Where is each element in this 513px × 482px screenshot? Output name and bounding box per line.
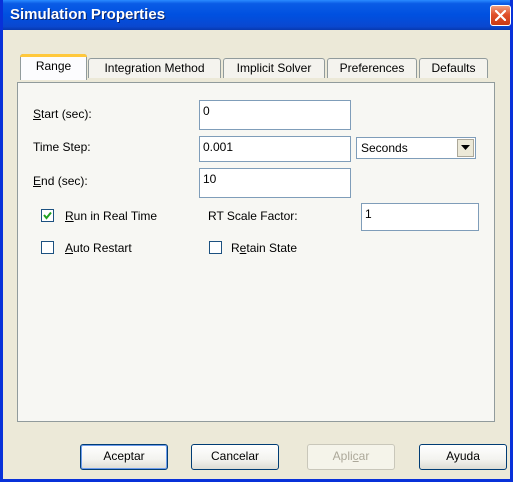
rt-scale-factor-input[interactable]: 1 xyxy=(361,203,479,231)
end-label: End (sec): xyxy=(33,174,88,188)
tab-defaults[interactable]: Defaults xyxy=(419,58,488,78)
ok-button[interactable]: Aceptar xyxy=(80,444,168,470)
chevron-down-icon xyxy=(461,145,470,150)
simulation-properties-dialog: Simulation Properties Range Integration … xyxy=(0,0,513,482)
window-title: Simulation Properties xyxy=(10,6,166,23)
retain-state-checkbox[interactable] xyxy=(209,241,222,254)
tab-integration-method[interactable]: Integration Method xyxy=(88,58,221,78)
start-input[interactable]: 0 xyxy=(199,100,351,130)
retain-state-label: Retain State xyxy=(231,241,298,255)
tab-preferences[interactable]: Preferences xyxy=(327,58,417,78)
help-button[interactable]: Ayuda xyxy=(419,444,507,470)
start-label: Start (sec): xyxy=(33,107,92,121)
time-step-input[interactable]: 0.001 xyxy=(199,136,351,162)
apply-button[interactable]: Aplicar xyxy=(307,444,395,470)
run-in-real-time-label: Run in Real Time xyxy=(65,209,158,223)
auto-restart-label: Auto Restart xyxy=(65,241,132,255)
rt-scale-factor-label: RT Scale Factor: xyxy=(208,209,298,223)
time-units-value: Seconds xyxy=(361,141,408,155)
close-button[interactable] xyxy=(490,5,511,26)
end-input[interactable]: 10 xyxy=(199,168,351,198)
title-bar[interactable]: Simulation Properties xyxy=(3,0,511,30)
tab-implicit-solver[interactable]: Implicit Solver xyxy=(223,58,325,78)
cancel-button[interactable]: Cancelar xyxy=(191,444,279,470)
close-icon xyxy=(495,10,506,21)
dropdown-arrow-button[interactable] xyxy=(457,139,474,157)
time-units-select[interactable]: Seconds xyxy=(356,137,476,159)
time-step-label: Time Step: xyxy=(33,140,91,154)
checkmark-icon xyxy=(43,211,52,220)
run-in-real-time-checkbox[interactable] xyxy=(41,209,54,222)
tab-range[interactable]: Range xyxy=(20,54,87,80)
auto-restart-checkbox[interactable] xyxy=(41,241,54,254)
